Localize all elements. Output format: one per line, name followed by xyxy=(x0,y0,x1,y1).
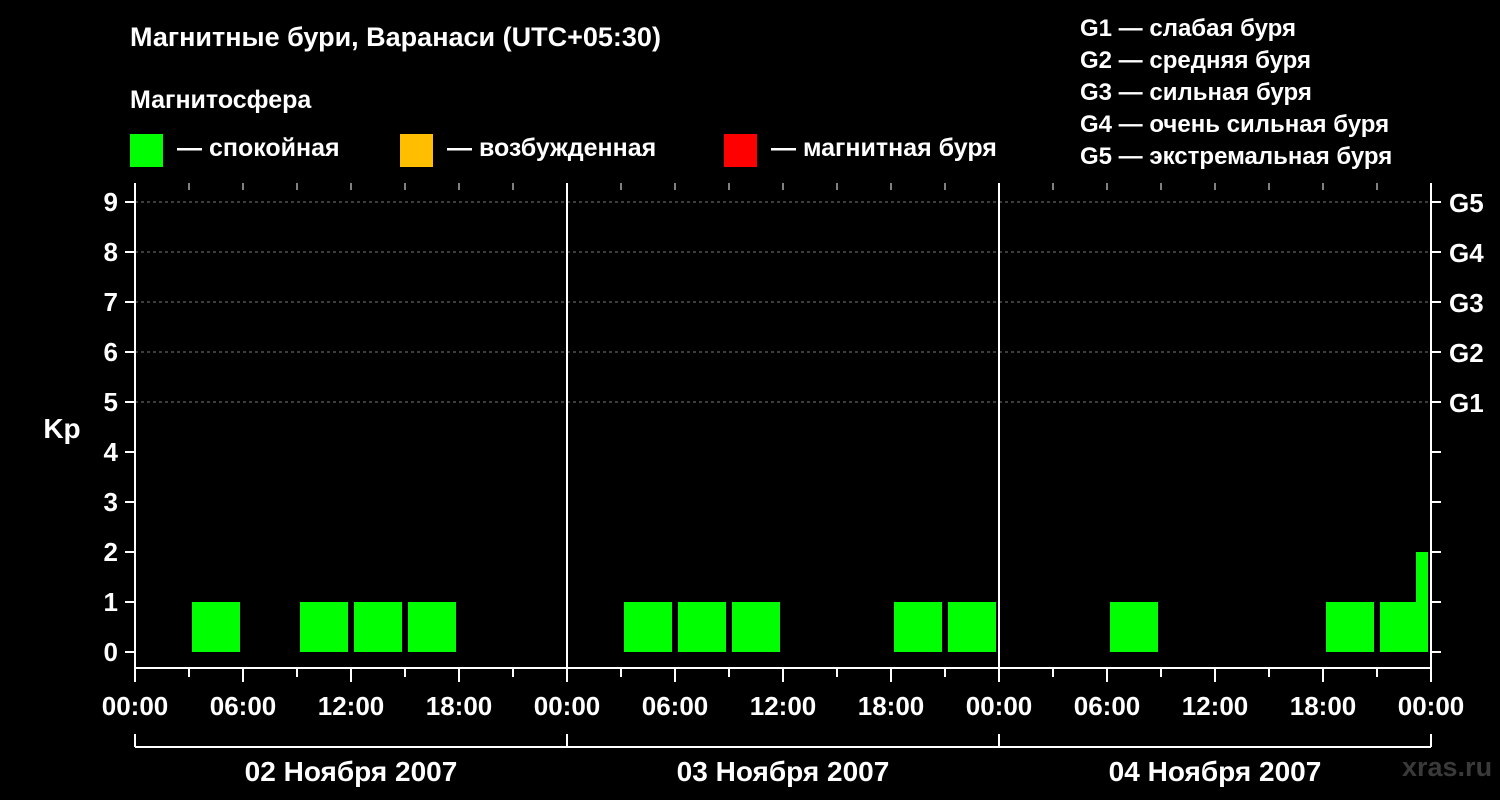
day-label: 04 Ноября 2007 xyxy=(1109,756,1322,787)
day-label: 02 Ноября 2007 xyxy=(245,756,458,787)
y-tick-label: 3 xyxy=(104,487,118,517)
kp-bar xyxy=(732,602,780,652)
kp-bar xyxy=(624,602,672,652)
y-axis-label: Kp xyxy=(43,413,80,444)
kp-bar xyxy=(300,602,348,652)
kp-bar-partial xyxy=(1416,552,1428,652)
kp-bar xyxy=(354,602,402,652)
x-tick-label: 18:00 xyxy=(1290,691,1357,721)
day-label: 03 Ноября 2007 xyxy=(677,756,890,787)
kp-chart: 0 1 2 3 4 5 6 7 8 9 G1 G2 G3 G4 G5 Kp 00:00 06:00 12:00 18:… xyxy=(43,183,1484,787)
g-tick-label: G4 xyxy=(1449,238,1484,268)
x-tick-label: 00:00 xyxy=(534,691,601,721)
x-tick-label: 00:00 xyxy=(966,691,1033,721)
x-tick-label: 12:00 xyxy=(318,691,385,721)
kp-bar xyxy=(678,602,726,652)
kp-bar xyxy=(1326,602,1374,652)
kp-bar xyxy=(408,602,456,652)
kp-bar xyxy=(948,602,996,652)
x-tick-label: 00:00 xyxy=(1398,691,1465,721)
kp-bar xyxy=(192,602,240,652)
y-tick-label: 1 xyxy=(104,587,118,617)
y-tick-label: 6 xyxy=(104,337,118,367)
x-tick-label: 06:00 xyxy=(642,691,709,721)
x-tick-label: 12:00 xyxy=(1182,691,1249,721)
x-tick-label: 12:00 xyxy=(750,691,817,721)
y-tick-label: 2 xyxy=(104,537,118,567)
kp-bar xyxy=(1110,602,1158,652)
y-tick-label: 0 xyxy=(104,637,118,667)
x-tick-label: 06:00 xyxy=(210,691,277,721)
y-tick-label: 5 xyxy=(104,387,118,417)
x-tick-label: 18:00 xyxy=(426,691,493,721)
g-tick-label: G5 xyxy=(1449,188,1484,218)
y-tick-label: 9 xyxy=(104,187,118,217)
kp-bar xyxy=(894,602,942,652)
g-tick-label: G1 xyxy=(1449,388,1484,418)
y-tick-label: 8 xyxy=(104,237,118,267)
x-tick-label: 06:00 xyxy=(1074,691,1141,721)
x-tick-label: 18:00 xyxy=(858,691,925,721)
y-tick-label: 4 xyxy=(104,437,119,467)
g-tick-label: G2 xyxy=(1449,338,1484,368)
y-tick-label: 7 xyxy=(104,287,118,317)
g-tick-label: G3 xyxy=(1449,288,1484,318)
x-tick-label: 00:00 xyxy=(102,691,169,721)
